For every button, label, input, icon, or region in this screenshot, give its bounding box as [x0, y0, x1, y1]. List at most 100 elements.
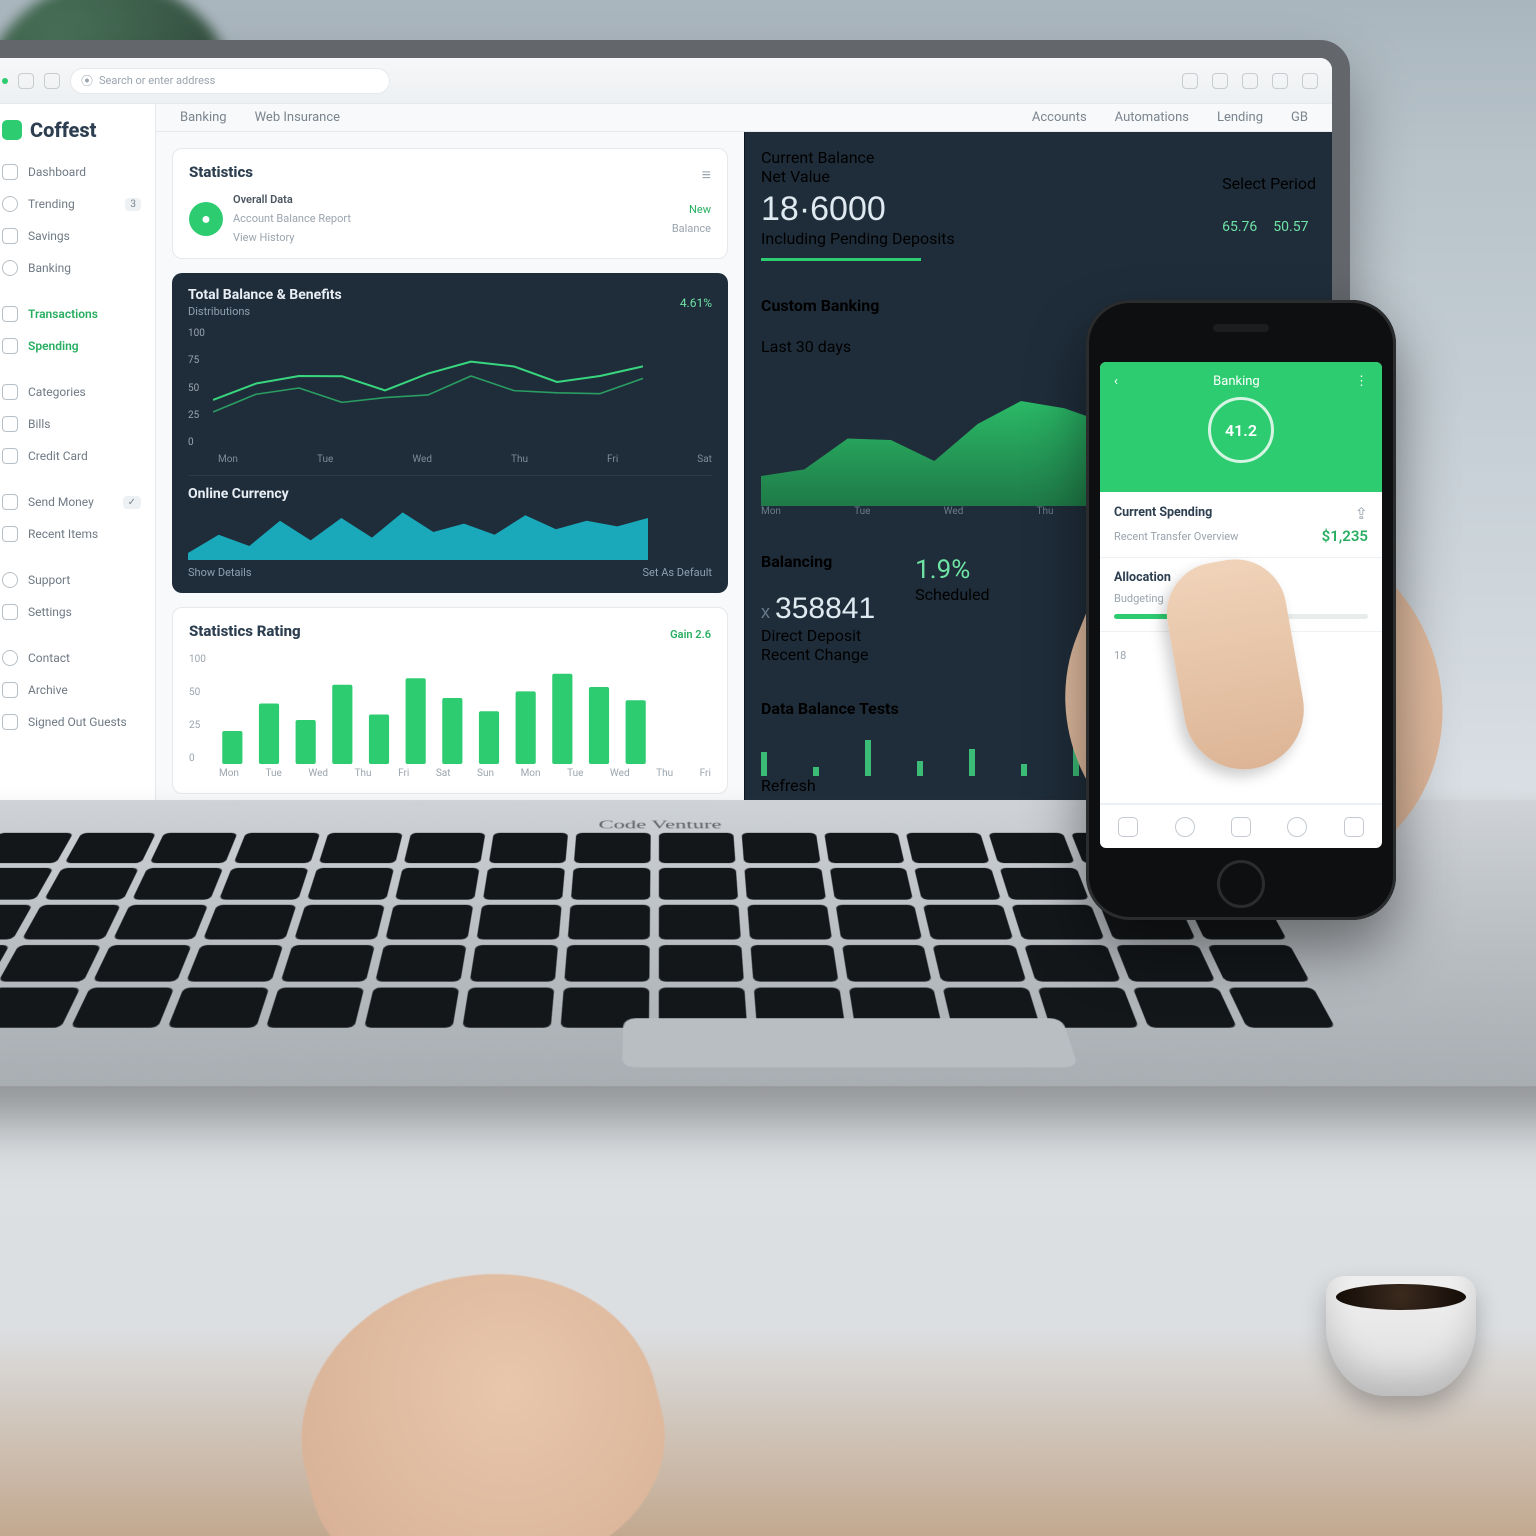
sidebar-item-6[interactable]: Spending	[0, 330, 155, 362]
trackpad	[622, 1018, 1078, 1067]
sidebar-item-0[interactable]: Dashboard	[0, 156, 155, 188]
brand[interactable]: Coffest	[0, 118, 155, 156]
darkstats-l1: Direct Deposit	[761, 626, 875, 645]
sidebar-item-16[interactable]: Settings	[0, 596, 155, 628]
pcard1-sub: Recent Transfer Overview	[1114, 530, 1238, 543]
bookmark-icon[interactable]	[1212, 73, 1228, 89]
extension-icon[interactable]	[1182, 73, 1198, 89]
browser-tab-icon[interactable]	[18, 73, 34, 89]
pcard2-sub: Budgeting	[1114, 592, 1164, 605]
address-bar[interactable]: ⦿ Search or enter address	[70, 68, 390, 94]
topnav-automations[interactable]: Automations	[1113, 104, 1191, 131]
nav-icon	[2, 448, 18, 464]
nav-icon	[2, 228, 18, 244]
barchart-title: Statistics Rating	[189, 622, 301, 640]
smallarea-title: Online Currency	[188, 486, 712, 502]
nav-icon	[2, 196, 18, 212]
period-label[interactable]: Select Period	[1222, 174, 1316, 193]
nav-label: Signed Out Guests	[28, 715, 127, 729]
menu-icon[interactable]	[1302, 73, 1318, 89]
brand-name: Coffest	[30, 118, 97, 142]
overview-card: Statistics ≡ ● Overall Data Account Bala…	[172, 148, 728, 259]
phone-title: Banking	[1126, 374, 1347, 389]
nav-label: Banking	[28, 261, 71, 275]
tab-more-icon[interactable]	[1344, 817, 1364, 837]
phone-ring-metric: 41.2	[1208, 397, 1274, 463]
darkstats-big: 358841	[775, 592, 875, 625]
tab-stats-icon[interactable]	[1175, 817, 1195, 837]
phone-card-1[interactable]: Current Spending ⇪ Recent Transfer Overv…	[1100, 492, 1382, 558]
linechart-yaxis: 1007550250	[188, 328, 205, 448]
linechart-sub: Distributions	[188, 305, 342, 318]
phone-footer: 18	[1114, 649, 1126, 662]
nav-badge: 3	[125, 198, 141, 211]
nav-icon	[2, 682, 18, 698]
sidebar-item-18[interactable]: Contact	[0, 642, 155, 674]
overview-balance[interactable]: Balance	[672, 222, 711, 235]
brand-logo-icon	[2, 120, 22, 140]
sidebar-item-8[interactable]: Categories	[0, 376, 155, 408]
tab-clock-icon[interactable]	[1287, 817, 1307, 837]
back-icon[interactable]: ‹	[1114, 374, 1118, 389]
barchart-card: Statistics Rating Gain 2.6 10050250 Mo	[172, 607, 728, 794]
linechart-svg	[213, 328, 643, 448]
nav-icon	[2, 572, 18, 588]
nav-icon	[2, 416, 18, 432]
linechart-badge: 4.61%	[680, 296, 712, 310]
share-icon[interactable]: ⇪	[1355, 504, 1368, 523]
sidebar-item-12[interactable]: Send Money✓	[0, 486, 155, 518]
sidebar: Coffest Dashboard Trending 3 Savings Banking…	[0, 104, 156, 882]
sidebar-item-10[interactable]: Credit Card	[0, 440, 155, 472]
nav-icon	[2, 526, 18, 542]
laptop-brand: Code Venture	[557, 817, 763, 831]
sidebar-item-15[interactable]: Support	[0, 564, 155, 596]
balance-note: Including Pending Deposits	[761, 229, 955, 248]
sidebar-item-2[interactable]: Savings	[0, 220, 155, 252]
sidebar-item-1[interactable]: Trending 3	[0, 188, 155, 220]
home-button[interactable]	[1217, 860, 1265, 908]
browser-chrome: ⦿ Search or enter address	[0, 58, 1332, 104]
pcard1-value: $1,235	[1322, 527, 1368, 545]
avatar-icon: ●	[189, 202, 223, 236]
sidebar-item-3[interactable]: Banking	[0, 252, 155, 284]
linechart-card: Total Balance & Benefits Distributions 4…	[172, 273, 728, 593]
nav-label: Trending	[28, 197, 75, 211]
coffee-mug	[1326, 1276, 1476, 1396]
nav-icon	[2, 714, 18, 730]
barchart-xaxis: MonTueWedThuFriSatSunMonTueWedThuFri	[219, 768, 711, 779]
topnav-insurance[interactable]: Web Insurance	[253, 104, 342, 131]
nav-label: Credit Card	[28, 449, 88, 463]
overview-line1: Overall Data	[233, 193, 351, 206]
topbar: Banking Web Insurance Accounts Automatio…	[156, 104, 1332, 132]
topnav-lending[interactable]: Lending	[1215, 104, 1265, 131]
sidebar-item-19[interactable]: Archive	[0, 674, 155, 706]
overview-line3: View History	[233, 231, 351, 244]
tab-home-icon[interactable]	[1118, 817, 1138, 837]
darkbars-title: Data Balance Tests	[761, 699, 899, 718]
balance-underline	[761, 258, 921, 261]
download-icon[interactable]	[1272, 73, 1288, 89]
smallarea-svg	[188, 504, 648, 560]
card-menu-icon[interactable]: ≡	[702, 165, 711, 185]
heart-icon[interactable]	[1242, 73, 1258, 89]
phone-menu-icon[interactable]: ⋮	[1355, 374, 1368, 389]
nav-badge: ✓	[123, 496, 141, 509]
linechart-footR[interactable]: Set As Default	[643, 566, 712, 579]
nav-icon	[2, 306, 18, 322]
sidebar-item-9[interactable]: Bills	[0, 408, 155, 440]
left-hand	[269, 1237, 691, 1536]
sidebar-item-20[interactable]: Signed Out Guests	[0, 706, 155, 738]
overview-line2: Account Balance Report	[233, 212, 351, 225]
tab-wallet-icon[interactable]	[1231, 817, 1251, 837]
sidebar-item-13[interactable]: Recent Items	[0, 518, 155, 550]
topnav-region[interactable]: GB	[1289, 104, 1310, 131]
browser-tab-icon[interactable]	[44, 73, 60, 89]
topnav-banking[interactable]: Banking	[178, 104, 229, 131]
linechart-footL[interactable]: Show Details	[188, 566, 252, 579]
browser-actions	[1182, 73, 1318, 89]
topnav-accounts[interactable]: Accounts	[1030, 104, 1089, 131]
sidebar-item-5[interactable]: Transactions	[0, 298, 155, 330]
nav-label: Savings	[28, 229, 70, 243]
overview-new[interactable]: New	[689, 203, 711, 216]
nav-icon	[2, 164, 18, 180]
